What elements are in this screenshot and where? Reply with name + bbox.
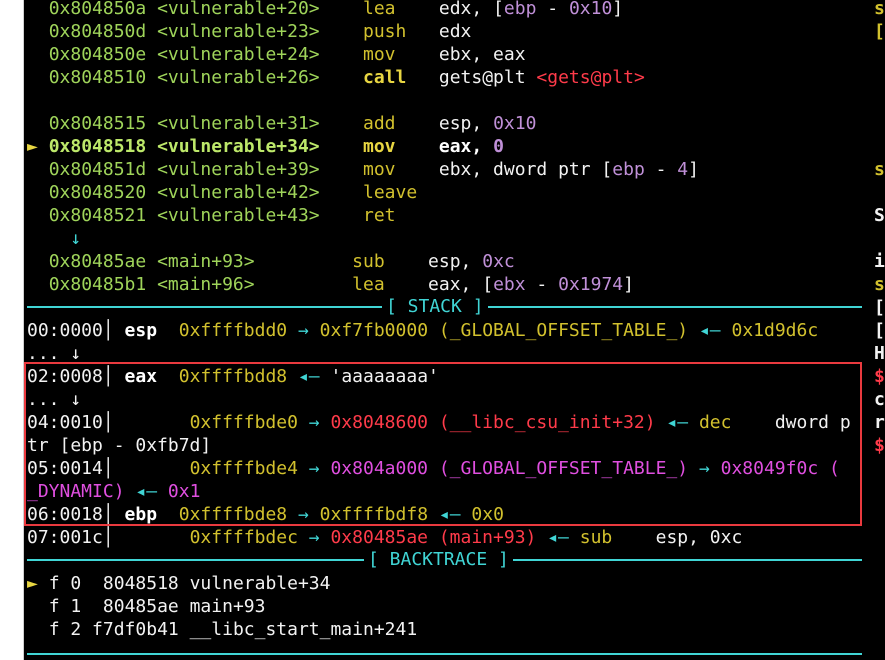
right-pane-char: H xyxy=(874,343,885,364)
right-pane-char: [ xyxy=(874,21,885,42)
disasm-row: 0x80485ae <main+93> sub esp, 0xc xyxy=(48,251,515,272)
stack-row: 00:0000│ esp 0xffffbdd0 → 0xf7fb0000 (_G… xyxy=(27,320,819,341)
right-pane-char: s xyxy=(874,274,885,295)
right-pane-char: c xyxy=(874,389,885,410)
stack-row-wrap: _DYNAMIC) ◂— 0x1 xyxy=(27,481,201,502)
disasm-row: 0x804851d <vulnerable+39> mov ebx, dword… xyxy=(48,159,699,180)
right-pane-char: r xyxy=(874,412,885,433)
bottom-divider xyxy=(27,653,862,655)
stack-skip: ... ↓ xyxy=(27,343,82,364)
stack-skip: ... ↓ xyxy=(27,389,82,410)
right-pane-char: i xyxy=(874,251,885,272)
disasm-row: 0x8048521 <vulnerable+43> ret xyxy=(48,205,396,226)
disasm-row: 0x804850a <vulnerable+20> lea edx, [ebp … xyxy=(48,0,624,19)
stack-row: 02:0008│ eax 0xffffbdd8 ◂— 'aaaaaaaa' xyxy=(27,366,439,387)
backtrace-frame: f 2 f7df0b41 __libc_start_main+241 xyxy=(48,619,418,640)
disasm-row: 0x804850e <vulnerable+24> mov ebx, eax xyxy=(48,44,526,65)
backtrace-divider: [ BACKTRACE ] xyxy=(27,548,862,571)
right-pane-char: s xyxy=(874,0,885,19)
backtrace-frame-current: ► f 0 8048518 vulnerable+34 xyxy=(27,573,331,594)
right-pane-char: [ xyxy=(874,297,885,318)
right-pane-char: [ xyxy=(874,320,885,341)
disasm-pane: 0x804850a <vulnerable+20> lea edx, [ebp … xyxy=(27,0,862,660)
stack-row-wrap: tr [ebp - 0xfb7d] xyxy=(27,435,212,456)
current-instruction-marker: ► xyxy=(27,136,38,157)
jump-arrow: ↓ xyxy=(70,228,82,249)
right-pane-char: $ xyxy=(874,435,885,456)
right-split-pane: s [ s S i s [ [ H $ c r $ xyxy=(869,0,885,660)
disasm-row: 0x8048515 <vulnerable+31> add esp, 0x10 xyxy=(48,113,537,134)
stack-row: 04:0010│ 0xffffbde0 → 0x8048600 (__libc_… xyxy=(27,412,851,433)
backtrace-title: [ BACKTRACE ] xyxy=(364,548,513,571)
disasm-row-call: 0x8048510 <vulnerable+26> call gets@plt … xyxy=(48,67,645,88)
stack-divider: [ STACK ] xyxy=(27,295,862,318)
disasm-row: 0x804850d <vulnerable+23> push edx xyxy=(48,21,472,42)
disasm-row-current: ► 0x8048518 <vulnerable+34> mov eax, 0 xyxy=(27,136,504,157)
disasm-row: 0x8048520 <vulnerable+42> leave xyxy=(48,182,418,203)
stack-row: 07:001c│ 0xffffbdec → 0x80485ae (main+93… xyxy=(27,527,743,548)
right-pane-char: S xyxy=(874,205,885,226)
backtrace-frame: f 1 80485ae main+93 xyxy=(48,596,266,617)
stack-title: [ STACK ] xyxy=(382,295,488,318)
stack-row: 06:0018│ ebp 0xffffbde8 → 0xffffbdf8 ◂— … xyxy=(27,504,504,525)
stack-row: 05:0014│ 0xffffbde4 → 0x804a000 (_GLOBAL… xyxy=(27,458,840,479)
right-pane-char: s xyxy=(874,159,885,180)
right-pane-char: $ xyxy=(874,366,885,387)
left-window-edge xyxy=(0,0,24,660)
disasm-row: 0x80485b1 <main+96> lea eax, [ebx - 0x19… xyxy=(48,274,634,295)
